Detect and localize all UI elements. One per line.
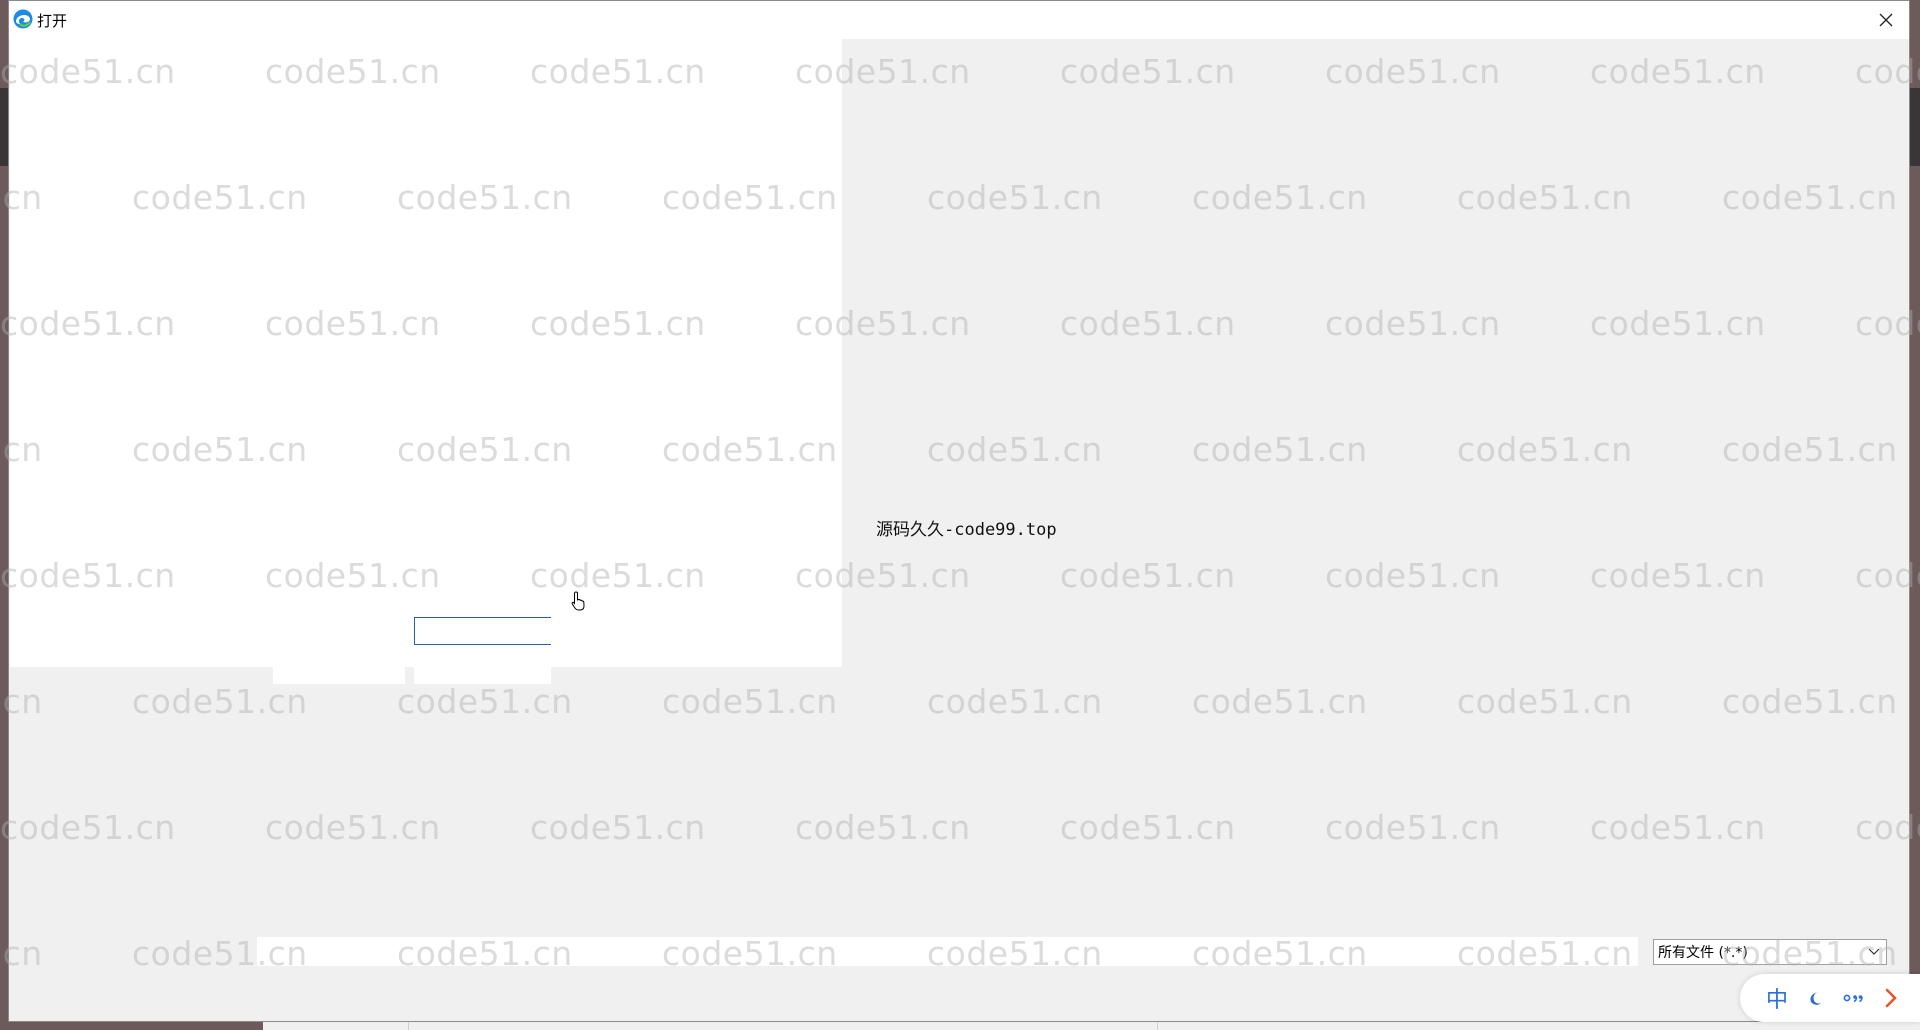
file-type-selected: 所有文件 (*.*) xyxy=(1658,945,1748,961)
punctuation-icon xyxy=(1843,994,1863,1003)
ime-punctuation-button[interactable] xyxy=(1834,979,1872,1017)
moon-icon xyxy=(1810,992,1821,1005)
close-button[interactable] xyxy=(1863,1,1909,39)
background-divider xyxy=(1157,1022,1158,1030)
ime-toolbar: 中 xyxy=(1740,974,1920,1022)
open-file-dialog: 打开 源码久久-code99.top 所有文件 (*.*) xyxy=(8,0,1910,1022)
background-taskbar-strip xyxy=(0,1022,1920,1030)
panel-tab[interactable] xyxy=(414,667,551,684)
file-list-panel[interactable] xyxy=(10,39,842,667)
ime-moon-button[interactable] xyxy=(1796,979,1834,1017)
edge-icon xyxy=(13,9,33,29)
ime-language-toggle[interactable]: 中 xyxy=(1758,979,1796,1017)
hand-cursor-icon xyxy=(571,591,585,611)
site-label: 源码久久-code99.top xyxy=(876,520,1057,540)
title-bar: 打开 xyxy=(9,1,1909,39)
panel-tab[interactable] xyxy=(273,667,405,684)
background-taskbar-left xyxy=(0,1022,263,1030)
background-divider xyxy=(408,1022,409,1030)
ime-expand-button[interactable] xyxy=(1872,979,1910,1017)
dialog-title: 打开 xyxy=(37,12,68,30)
file-name-bar[interactable] xyxy=(257,937,1638,966)
file-name-input[interactable] xyxy=(414,617,551,645)
close-icon xyxy=(1879,13,1893,27)
chevron-right-icon xyxy=(1885,988,1897,1008)
chevron-down-icon xyxy=(1868,948,1880,955)
ime-language-label: 中 xyxy=(1765,988,1788,1013)
file-type-select[interactable]: 所有文件 (*.*) xyxy=(1653,939,1887,965)
